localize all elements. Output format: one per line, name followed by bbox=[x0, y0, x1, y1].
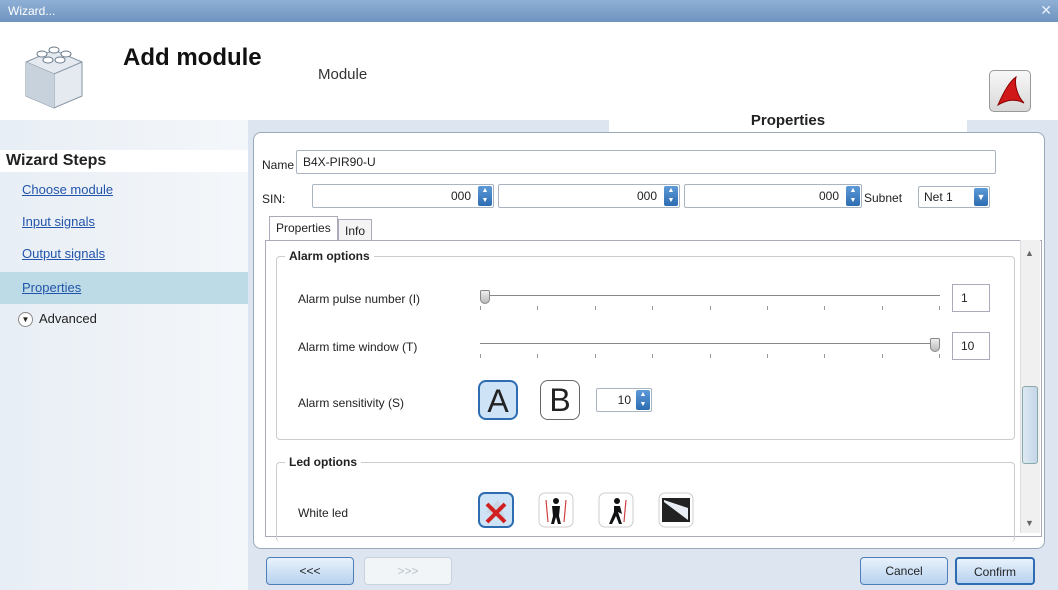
sensitivity-stepper[interactable]: 10 ▲ ▼ bbox=[596, 388, 652, 412]
slider-tick bbox=[537, 306, 538, 310]
slider-tick bbox=[939, 306, 940, 310]
back-button[interactable]: <<< bbox=[266, 557, 354, 585]
name-input[interactable]: B4X-PIR90-U bbox=[296, 150, 996, 174]
slider-tick bbox=[939, 354, 940, 358]
slider-tick bbox=[767, 306, 768, 310]
confirm-button[interactable]: Confirm bbox=[955, 557, 1035, 585]
tab-properties[interactable]: Properties bbox=[269, 216, 338, 240]
led-options-group bbox=[276, 462, 1015, 542]
pdf-icon[interactable] bbox=[989, 70, 1031, 112]
sensitivity-mode-a-button[interactable]: A bbox=[478, 380, 518, 420]
subnet-select[interactable]: Net 1 ▼ bbox=[918, 186, 990, 208]
person-walking-icon[interactable] bbox=[598, 492, 634, 528]
slider-tick bbox=[710, 306, 711, 310]
section-tab-properties: Properties bbox=[609, 108, 967, 134]
sin-field-2-value: 000 bbox=[636, 189, 657, 203]
scroll-down-icon[interactable]: ▼ bbox=[1025, 518, 1034, 528]
spinner-icon[interactable]: ▲ ▼ bbox=[636, 390, 650, 410]
title-bar: Wizard... ✕ bbox=[0, 0, 1058, 22]
sidebar-item-input-signals[interactable]: Input signals bbox=[10, 206, 248, 238]
alarm-options-title: Alarm options bbox=[285, 249, 374, 263]
led-off-icon[interactable] bbox=[478, 492, 514, 528]
spinner-icon[interactable]: ▲ ▼ bbox=[846, 186, 860, 206]
sensitivity-value: 10 bbox=[617, 393, 631, 407]
alarm-window-value[interactable]: 10 bbox=[952, 332, 990, 360]
slider-track bbox=[480, 295, 940, 296]
alarm-window-label: Alarm time window (T) bbox=[298, 340, 418, 354]
sidebar-item-output-signals[interactable]: Output signals bbox=[10, 238, 248, 270]
advanced-expander[interactable]: ▼ Advanced bbox=[10, 306, 97, 332]
page-subtitle: Module bbox=[318, 66, 368, 83]
cancel-button[interactable]: Cancel bbox=[860, 557, 948, 585]
sin-label: SIN: bbox=[262, 192, 286, 206]
header: Add module Module bbox=[0, 22, 1058, 120]
slider-tick bbox=[480, 306, 481, 310]
module-icon bbox=[25, 46, 83, 109]
close-icon[interactable]: ✕ bbox=[1040, 2, 1052, 19]
advanced-label: Advanced bbox=[39, 311, 97, 326]
slider-tick bbox=[652, 354, 653, 358]
scroll-up-icon[interactable]: ▲ bbox=[1025, 248, 1034, 258]
slider-tick bbox=[595, 354, 596, 358]
slider-thumb[interactable] bbox=[480, 290, 490, 304]
sin-field-2[interactable]: 000 ▲ ▼ bbox=[498, 184, 680, 208]
sin-field-3[interactable]: 000 ▲ ▼ bbox=[684, 184, 862, 208]
slider-tick bbox=[767, 354, 768, 358]
sin-field-3-value: 000 bbox=[818, 189, 839, 203]
sensitivity-mode-b-button[interactable]: B bbox=[540, 380, 580, 420]
light-beam-icon[interactable] bbox=[658, 492, 694, 528]
person-detected-icon[interactable] bbox=[538, 492, 574, 528]
spinner-icon[interactable]: ▲ ▼ bbox=[664, 186, 678, 206]
slider-tick bbox=[652, 306, 653, 310]
chevron-down-icon: ▼ bbox=[974, 188, 988, 206]
slider-track bbox=[480, 343, 940, 344]
subnet-label: Subnet bbox=[864, 191, 903, 205]
sidebar-item-properties[interactable]: Properties bbox=[0, 272, 248, 304]
spinner-icon[interactable]: ▲ ▼ bbox=[478, 186, 492, 206]
sin-field-1[interactable]: 000 ▲ ▼ bbox=[312, 184, 494, 208]
slider-tick bbox=[824, 306, 825, 310]
slider-tick bbox=[882, 306, 883, 310]
name-label: Name bbox=[262, 158, 295, 172]
alarm-pulse-slider[interactable] bbox=[480, 290, 940, 310]
sidebar-item-choose-module[interactable]: Choose module bbox=[10, 174, 248, 206]
white-led-label: White led bbox=[298, 506, 349, 520]
next-button[interactable]: >>> bbox=[364, 557, 452, 585]
tab-info[interactable]: Info bbox=[338, 219, 373, 241]
wizard-steps-title: Wizard Steps bbox=[0, 150, 248, 172]
slider-thumb[interactable] bbox=[930, 338, 940, 352]
slider-tick bbox=[882, 354, 883, 358]
alarm-sensitivity-label: Alarm sensitivity (S) bbox=[298, 396, 405, 410]
vertical-scrollbar[interactable]: ▲ ▼ bbox=[1020, 240, 1040, 533]
chevron-down-icon: ▼ bbox=[18, 312, 33, 328]
alarm-window-slider[interactable] bbox=[480, 338, 940, 358]
led-options-title: Led options bbox=[285, 455, 361, 469]
alarm-pulse-label: Alarm pulse number (I) bbox=[298, 292, 421, 306]
slider-tick bbox=[537, 354, 538, 358]
sin-field-1-value: 000 bbox=[450, 189, 471, 203]
slider-tick bbox=[710, 354, 711, 358]
scrollbar-thumb[interactable] bbox=[1022, 386, 1038, 464]
page-title: Add module bbox=[123, 44, 262, 71]
window-title: Wizard... bbox=[8, 4, 56, 18]
alarm-pulse-value[interactable]: 1 bbox=[952, 284, 990, 312]
slider-tick bbox=[595, 306, 596, 310]
slider-tick bbox=[480, 354, 481, 358]
slider-tick bbox=[824, 354, 825, 358]
subnet-value: Net 1 bbox=[924, 190, 953, 204]
